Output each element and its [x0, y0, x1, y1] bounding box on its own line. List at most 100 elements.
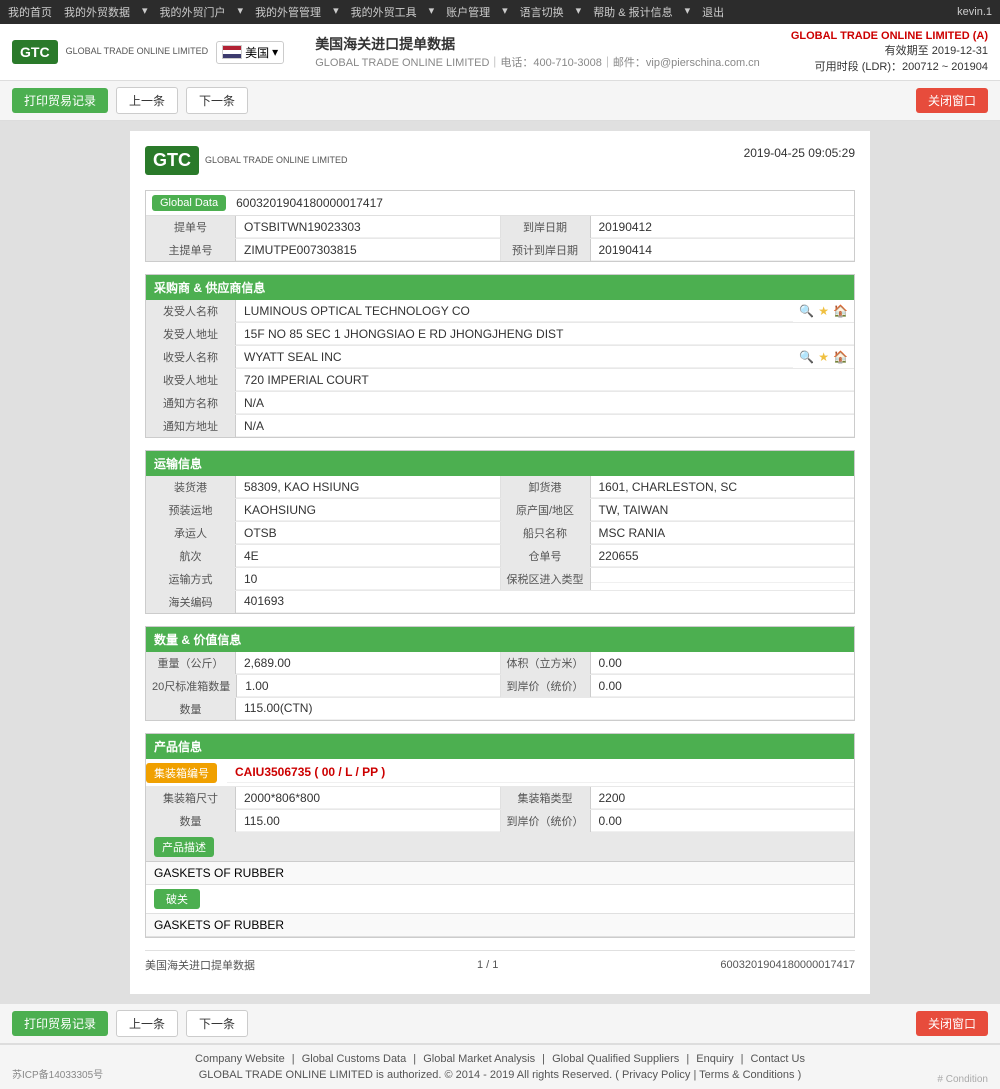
estimated-arrival-field: 预计到岸日期 20190414	[500, 239, 855, 261]
global-data-label: Global Data	[152, 195, 226, 211]
transport-section: 运输信息 装货港 58309, KAO HSIUNG 卸货港 1601, CHA…	[145, 450, 855, 614]
notify-address-label: 通知方地址	[146, 415, 236, 437]
product-keyword-row: GASKETS OF RUBBER	[146, 914, 854, 937]
bottom-toolbar: 打印贸易记录 上一条 下一条 关闭窗口	[0, 1004, 1000, 1044]
voyage-bill-row: 航次 4E 仓单号 220655	[146, 545, 854, 568]
weight-value: 2,689.00	[236, 653, 500, 674]
main-bill-row: 主提单号 ZIMUTPE007303815 预计到岸日期 20190414	[146, 239, 854, 261]
dest-port-field: 卸货港 1601, CHARLESTON, SC	[500, 476, 855, 498]
nav-language[interactable]: 语言切换	[520, 4, 564, 20]
arrival-price-value: 0.00	[591, 676, 855, 697]
product-header: 产品信息	[146, 734, 854, 759]
print-button-bottom[interactable]: 打印贸易记录	[12, 1011, 108, 1036]
receiver-star-icon[interactable]: ★	[818, 350, 829, 364]
arrival-date-value: 20190412	[591, 217, 855, 238]
flag-selector[interactable]: 美国▾	[216, 41, 284, 64]
print-button[interactable]: 打印贸易记录	[12, 88, 108, 113]
next-button[interactable]: 下一条	[186, 87, 248, 114]
sender-search-icon[interactable]: 🔍	[799, 304, 814, 318]
prev-button[interactable]: 上一条	[116, 87, 178, 114]
bill-arrival-row: 提单号 OTSBITWN19023303 到岸日期 20190412	[146, 216, 854, 239]
footer-link-contact[interactable]: Contact Us	[751, 1053, 805, 1065]
container-size-label: 集装箱尺寸	[146, 787, 236, 809]
main-bill-value: ZIMUTPE007303815	[236, 240, 500, 261]
close-button-bottom[interactable]: 关闭窗口	[916, 1011, 988, 1036]
page-header: GTC GLOBAL TRADE ONLINE LIMITED 美国▾ 美国海关…	[0, 24, 1000, 81]
estimated-arrival-label: 预计到岸日期	[501, 239, 591, 261]
icp-badge: 苏ICP备14033305号	[12, 1066, 103, 1081]
sender-home-icon[interactable]: 🏠	[833, 304, 848, 318]
logo-box: GTC	[12, 40, 58, 64]
product-desc-row: GASKETS OF RUBBER	[146, 862, 854, 885]
global-data-value: 6003201904180000017417	[236, 196, 383, 210]
footer-link-enquiry[interactable]: Enquiry	[696, 1053, 733, 1065]
vessel-label: 船只名称	[501, 522, 591, 544]
bonded-value	[591, 576, 855, 583]
footer-link-company[interactable]: Company Website	[195, 1053, 285, 1065]
account-info: GLOBAL TRADE ONLINE LIMITED (A) 有效期至 201…	[791, 30, 988, 74]
nav-home[interactable]: 我的首页	[8, 4, 52, 20]
transport-mode-row: 运输方式 10 保税区进入类型	[146, 568, 854, 591]
nav-admin[interactable]: 我的外管管理	[255, 4, 321, 20]
sender-address-label: 发受人地址	[146, 323, 236, 345]
container-price-row: 20尺标准箱数量 1.00 到岸价（统价） 0.00	[146, 675, 854, 698]
logo-subtext: GLOBAL TRADE ONLINE LIMITED	[66, 46, 209, 58]
sender-name-row: 发受人名称 LUMINOUS OPTICAL TECHNOLOGY CO 🔍 ★…	[146, 300, 854, 323]
flag-label: 美国	[245, 44, 269, 61]
ports-row: 装货港 58309, KAO HSIUNG 卸货港 1601, CHARLEST…	[146, 476, 854, 499]
footer-link-customs[interactable]: Global Customs Data	[302, 1053, 407, 1065]
footer-link-suppliers[interactable]: Global Qualified Suppliers	[552, 1053, 679, 1065]
doc-logo: GTC GLOBAL TRADE ONLINE LIMITED	[145, 146, 348, 175]
nav-logout[interactable]: 退出	[702, 4, 724, 20]
document-container: GTC GLOBAL TRADE ONLINE LIMITED 2019-04-…	[130, 131, 870, 994]
shipper-header: 采购商 & 供应商信息	[146, 275, 854, 300]
nav-trade-data[interactable]: 我的外贸数据	[64, 4, 130, 20]
container-20-value: 1.00	[237, 676, 499, 697]
preload-field: 预装运地 KAOHSIUNG	[146, 499, 500, 521]
nav-foreign-trade[interactable]: 我的外贸门户	[160, 4, 226, 20]
company-name: GLOBAL TRADE ONLINE LIMITED (A)	[791, 30, 988, 42]
container-size-value: 2000*806*800	[236, 788, 500, 809]
nav-account[interactable]: 账户管理	[446, 4, 490, 20]
global-data-section: Global Data 6003201904180000017417 提单号 O…	[145, 190, 855, 262]
container-size-type-row: 集装箱尺寸 2000*806*800 集装箱类型 2200	[146, 787, 854, 810]
carrier-field: 承运人 OTSB	[146, 522, 500, 544]
quantity-value: 115.00(CTN)	[236, 698, 854, 720]
quantity-header: 数量 & 价值信息	[146, 627, 854, 652]
bill-lading-label: 仓单号	[501, 545, 591, 567]
nav-tools[interactable]: 我的外贸工具	[351, 4, 417, 20]
weight-label: 重量（公斤）	[146, 652, 236, 674]
product-price-label: 到岸价（统价）	[501, 810, 591, 832]
dest-port-label: 卸货港	[501, 476, 591, 498]
ldr-info: 可用时段 (LDR)：200712 ~ 201904	[791, 58, 988, 74]
bill-lading-value: 220655	[591, 546, 855, 567]
sender-star-icon[interactable]: ★	[818, 304, 829, 318]
origin-country-label: 原产国/地区	[501, 499, 591, 521]
notify-address-value: N/A	[236, 416, 854, 437]
close-button[interactable]: 关闭窗口	[916, 88, 988, 113]
product-qty-field: 数量 115.00	[146, 810, 500, 832]
receiver-address-row: 收受人地址 720 IMPERIAL COURT	[146, 369, 854, 392]
product-desc-section-label: 产品描述	[154, 837, 214, 857]
top-navigation: 我的首页 我的外贸数据▾ 我的外贸门户▾ 我的外管管理▾ 我的外贸工具▾ 账户管…	[0, 0, 1000, 24]
nav-help[interactable]: 帮助 & 报计信息	[593, 4, 672, 20]
quantity-label: 数量	[146, 698, 236, 720]
receiver-search-icon[interactable]: 🔍	[799, 350, 814, 364]
footer-copyright: GLOBAL TRADE ONLINE LIMITED is authorize…	[12, 1069, 988, 1081]
container-no-row: 集装箱编号 CAIU3506735 ( 00 / L / PP )	[146, 759, 854, 787]
doc-footer-page: 1 / 1	[477, 959, 498, 971]
product-desc-value: GASKETS OF RUBBER	[154, 866, 284, 880]
receiver-address-value: 720 IMPERIAL COURT	[236, 370, 854, 391]
bonded-field: 保税区进入类型	[500, 568, 855, 590]
prev-button-bottom[interactable]: 上一条	[116, 1010, 178, 1037]
transport-mode-field: 运输方式 10	[146, 568, 500, 590]
next-button-bottom[interactable]: 下一条	[186, 1010, 248, 1037]
keyword-button[interactable]: 破关	[154, 889, 200, 909]
transport-mode-value: 10	[236, 569, 500, 590]
page-footer: Company Website | Global Customs Data | …	[0, 1044, 1000, 1089]
receiver-home-icon[interactable]: 🏠	[833, 350, 848, 364]
sender-icons: 🔍 ★ 🏠	[793, 304, 854, 318]
origin-port-label: 装货港	[146, 476, 236, 498]
footer-link-market[interactable]: Global Market Analysis	[423, 1053, 535, 1065]
global-data-row: Global Data 6003201904180000017417	[146, 191, 854, 216]
